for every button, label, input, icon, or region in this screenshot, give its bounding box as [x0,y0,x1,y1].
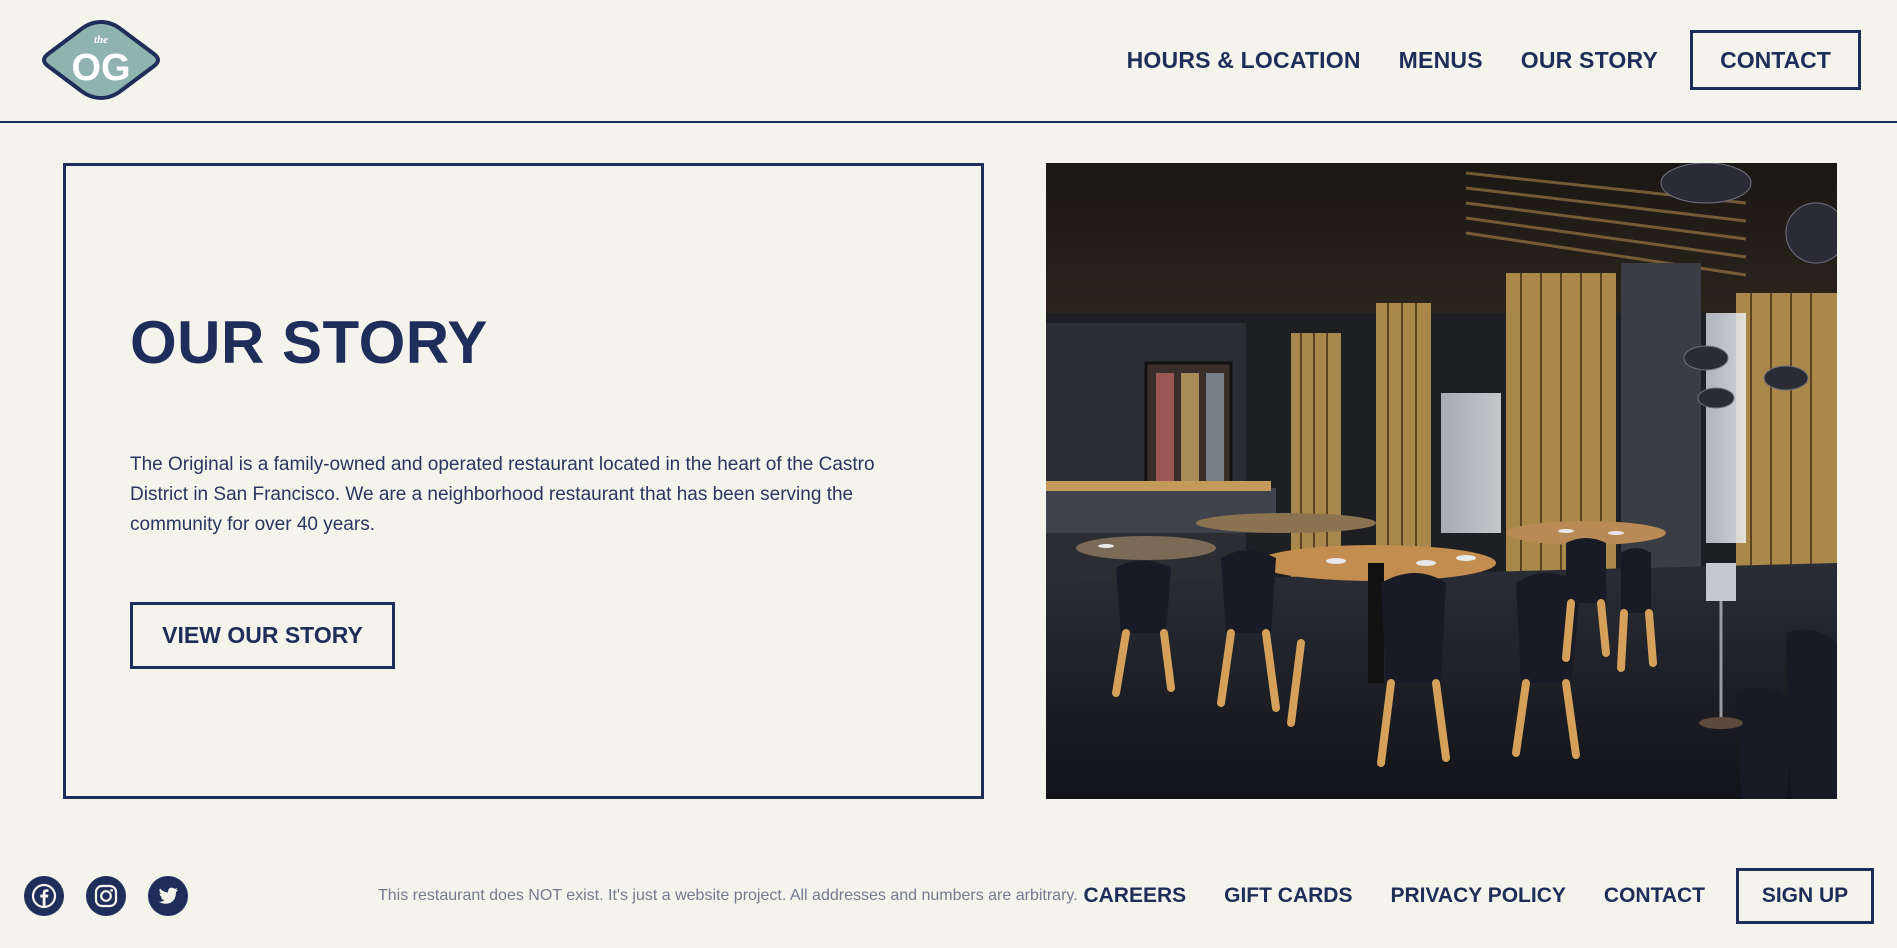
footer-link-privacy-policy[interactable]: PRIVACY POLICY [1390,884,1565,908]
social-links [24,876,210,916]
logo-small-text: the [94,34,108,46]
nav-link-menus[interactable]: MENUS [1399,47,1483,74]
og-logo[interactable]: the OG [38,18,164,102]
main-nav: HOURS & LOCATION MENUS OUR STORY CONTACT [1127,30,1861,90]
restaurant-interior-photo [1046,163,1837,799]
footer-link-contact[interactable]: CONTACT [1604,884,1705,908]
footer-link-gift-cards[interactable]: GIFT CARDS [1224,884,1352,908]
disclaimer-text: This restaurant does NOT exist. It's jus… [378,887,1078,904]
facebook-icon[interactable] [24,876,64,916]
site-header: the OG HOURS & LOCATION MENUS OUR STORY … [0,0,1897,123]
nav-link-our-story[interactable]: OUR STORY [1521,47,1658,74]
sign-up-button[interactable]: SIGN UP [1736,868,1874,924]
view-our-story-button[interactable]: VIEW OUR STORY [130,602,395,669]
instagram-icon[interactable] [86,876,126,916]
footer-nav: CAREERS GIFT CARDS PRIVACY POLICY CONTAC… [1083,868,1874,924]
nav-link-hours-location[interactable]: HOURS & LOCATION [1127,47,1361,74]
nav-contact-button[interactable]: CONTACT [1690,30,1861,90]
logo-main-text: OG [71,47,130,89]
our-story-card: OUR STORY The Original is a family-owned… [63,163,984,799]
page-title: OUR STORY [130,309,488,376]
twitter-icon[interactable] [148,876,188,916]
footer-link-careers[interactable]: CAREERS [1083,884,1186,908]
story-description: The Original is a family-owned and opera… [130,454,875,535]
site-footer: This restaurant does NOT exist. It's jus… [0,860,1897,930]
